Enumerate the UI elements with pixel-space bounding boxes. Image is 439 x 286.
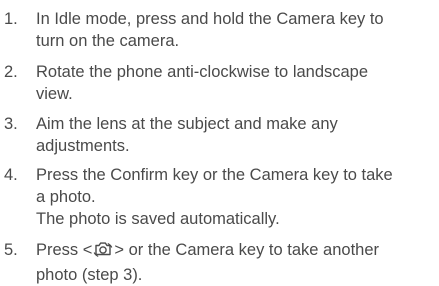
step-text: Press the Confirm key or the Camera key … <box>36 164 438 230</box>
step-line: photo (step 3). <box>36 266 143 284</box>
step-number: 4. <box>4 166 18 184</box>
step-text: Aim the lens at the subject and make any… <box>36 113 438 157</box>
step-text-before-icon: Press < <box>36 241 93 259</box>
step-text: In Idle mode, press and hold the Camera … <box>36 8 438 52</box>
step-line: Press the Confirm key or the Camera key … <box>36 166 393 184</box>
step-number: 5. <box>4 241 18 259</box>
step-text-after-icon: > or the Camera key to take another <box>114 241 380 259</box>
step-note: The photo is saved automatically. <box>36 210 280 228</box>
step-line: Press < > or the Camera key to take anot… <box>36 239 438 264</box>
step-line: Rotate the phone anti-clockwise to lands… <box>36 63 369 81</box>
step-line: a photo. <box>36 188 96 206</box>
step-line: adjustments. <box>36 137 130 155</box>
step-number: 3. <box>4 115 18 133</box>
step-line: Aim the lens at the subject and make any <box>36 115 338 133</box>
step-text: Rotate the phone anti-clockwise to lands… <box>36 61 438 105</box>
camera-icon <box>93 240 113 264</box>
step-line: turn on the camera. <box>36 32 180 50</box>
step-line: In Idle mode, press and hold the Camera … <box>36 10 384 28</box>
step-number: 1. <box>4 10 18 28</box>
step-line: view. <box>36 85 73 103</box>
step-text: Press < > or the Camera key to take anot… <box>36 239 438 286</box>
step-number: 2. <box>4 63 18 81</box>
